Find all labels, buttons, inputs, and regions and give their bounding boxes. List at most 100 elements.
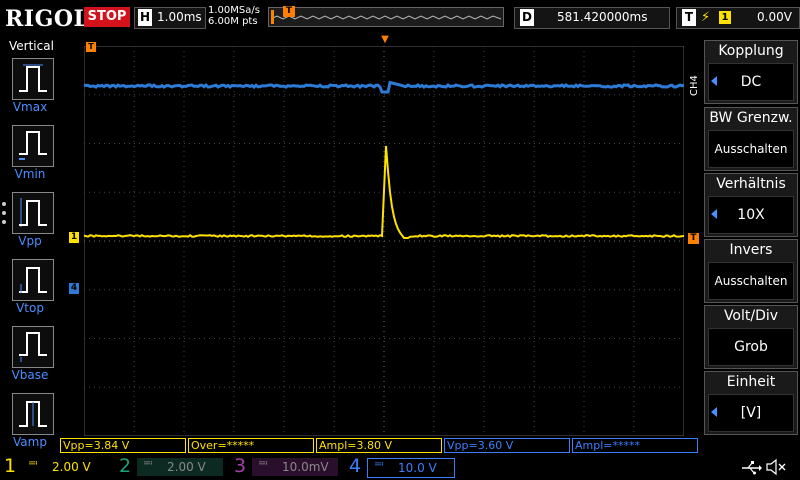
channel-number: 2	[119, 455, 131, 477]
menu-value: Grob	[708, 328, 794, 366]
sample-rate: 1.00MSa/s	[208, 5, 260, 16]
menu-value: [V]	[708, 394, 794, 432]
channel-number: 3	[234, 455, 246, 477]
channel-scale: 2.00 V	[52, 460, 91, 474]
menu-value: 10X	[708, 196, 794, 234]
trigger-level-marker[interactable]: T	[688, 233, 699, 244]
coupling-dc-icon: ≕	[143, 458, 153, 469]
channel-4-box: ≕ 10.0 V	[367, 458, 455, 478]
channel-3-box: ≕ 10.0mV	[252, 458, 338, 476]
timebase-box[interactable]: H 1.00ms	[134, 7, 206, 29]
channel-2-box: ≕ 2.00 V	[137, 458, 223, 476]
trigger-position-marker[interactable]: ▼	[379, 35, 391, 45]
trigger-box[interactable]: T ⚡ 1 0.00V	[676, 7, 800, 29]
delay-key: D	[520, 9, 534, 26]
menu-arrow-icon	[711, 407, 717, 417]
memory-overview-strip[interactable]: T	[268, 7, 504, 27]
channel-scale: 10.0 V	[398, 461, 437, 475]
timebase-value: 1.00ms	[157, 10, 202, 24]
waveform-display[interactable]	[84, 46, 684, 436]
menu-value: Ausschalten	[708, 262, 794, 300]
menu-title: BW Grenzw.	[705, 110, 797, 126]
measure-vbase-button[interactable]	[12, 326, 54, 368]
horizontal-position-marker[interactable]: T	[86, 42, 96, 52]
memory-waveform-icon	[269, 8, 503, 26]
vamp-icon	[13, 394, 53, 434]
horizontal-key: H	[138, 9, 152, 26]
menu-title: Verhältnis	[705, 176, 797, 192]
readout-ch4-ampl[interactable]: Ampl=*****	[572, 438, 698, 453]
menu-arrow-icon	[711, 76, 717, 86]
rigol-logo: RIGOL	[5, 6, 90, 32]
coupling-dc-icon: ≕	[258, 458, 268, 469]
memory-trigger-marker: T	[283, 6, 295, 17]
vmax-label: Vmax	[0, 100, 60, 114]
readout-ch4-vpp[interactable]: Vpp=3.60 V	[444, 438, 570, 453]
trigger-source: 1	[719, 11, 731, 24]
menu-title: Invers	[705, 242, 797, 258]
measure-vpp-button[interactable]	[12, 192, 54, 234]
vtop-icon	[13, 260, 53, 300]
acquisition-info: 1.00MSa/s 6.00M pts	[208, 5, 260, 27]
menu-invert[interactable]: Invers Ausschalten	[704, 239, 798, 303]
page-dot	[2, 211, 6, 215]
vbase-icon	[13, 327, 53, 367]
channel-menu: Kopplung DC BW Grenzw. Ausschalten Verhä…	[700, 38, 800, 438]
trigger-key: T	[682, 9, 696, 26]
top-status-bar: RIGOL STOP H 1.00ms 1.00MSa/s 6.00M pts …	[0, 0, 800, 36]
readout-ch1-overshoot[interactable]: Over=*****	[188, 438, 314, 453]
menu-value: Ausschalten	[708, 130, 794, 168]
vpp-label: Vpp	[0, 234, 60, 248]
coupling-dc-icon: ≕	[374, 459, 384, 470]
channel-scale: 10.0mV	[282, 460, 329, 474]
delay-box[interactable]: D 581.420000ms	[514, 7, 670, 29]
menu-kopplung[interactable]: Kopplung DC	[704, 40, 798, 104]
menu-title: Einheit	[705, 374, 797, 390]
channel-number: 4	[349, 455, 361, 477]
channel-1-status[interactable]: 1 ≕ 2.00 V	[0, 456, 115, 478]
ch1-offset-marker[interactable]: 1	[69, 232, 79, 243]
usb-icon	[740, 460, 762, 476]
readout-ch1-ampl[interactable]: Ampl=3.80 V	[316, 438, 442, 453]
ch4-offset-marker[interactable]: 4	[69, 283, 79, 294]
measure-vmax-button[interactable]	[12, 58, 54, 100]
vmax-icon	[13, 59, 53, 99]
readout-ch1-vpp[interactable]: Vpp=3.84 V	[60, 438, 186, 453]
coupling-dc-icon: ≕	[28, 458, 38, 469]
menu-volt-div[interactable]: Volt/Div Grob	[704, 305, 798, 369]
measure-vmin-button[interactable]	[12, 125, 54, 167]
trigger-edge-icon: ⚡	[701, 10, 710, 25]
vmin-label: Vmin	[0, 167, 60, 181]
channel-number: 1	[4, 455, 16, 477]
menu-title: Volt/Div	[705, 308, 797, 324]
measurement-readout-bar: Vpp=3.84 V Over=***** Ampl=3.80 V Vpp=3.…	[58, 438, 700, 454]
menu-title: Kopplung	[705, 43, 797, 59]
menu-arrow-icon	[711, 209, 717, 219]
trigger-level: 0.00V	[757, 10, 792, 24]
speaker-mute-icon[interactable]	[765, 458, 787, 476]
memory-depth: 6.00M pts	[208, 16, 260, 27]
measurement-panel: Vertical Vmax Vmin Vpp Vtop Vbase Vamp	[0, 38, 56, 456]
page-dot	[2, 202, 6, 206]
vamp-label: Vamp	[0, 435, 60, 449]
menu-unit[interactable]: Einheit [V]	[704, 371, 798, 435]
channel-scale: 2.00 V	[167, 460, 206, 474]
measure-vamp-button[interactable]	[12, 393, 54, 435]
vbase-label: Vbase	[0, 368, 60, 382]
delay-value: 581.420000ms	[557, 10, 647, 24]
page-dot	[2, 220, 6, 224]
measure-vtop-button[interactable]	[12, 259, 54, 301]
channel-status-bar: 1 ≕ 2.00 V 2 ≕ 2.00 V 3 ≕ 10.0mV 4 ≕ 10.…	[0, 456, 800, 480]
menu-bw-limit[interactable]: BW Grenzw. Ausschalten	[704, 107, 798, 171]
menu-probe-ratio[interactable]: Verhältnis 10X	[704, 173, 798, 237]
run-stop-indicator[interactable]: STOP	[84, 7, 130, 27]
channel-2-status[interactable]: 2 ≕ 2.00 V	[115, 456, 230, 478]
vmin-icon	[13, 126, 53, 166]
channel-1-box: ≕ 2.00 V	[22, 458, 108, 476]
vpp-icon	[13, 193, 53, 233]
vtop-label: Vtop	[0, 301, 60, 315]
menu-value: DC	[708, 63, 794, 101]
measurement-category: Vertical	[9, 39, 54, 53]
channel-4-status[interactable]: 4 ≕ 10.0 V	[345, 456, 460, 478]
channel-3-status[interactable]: 3 ≕ 10.0mV	[230, 456, 345, 478]
